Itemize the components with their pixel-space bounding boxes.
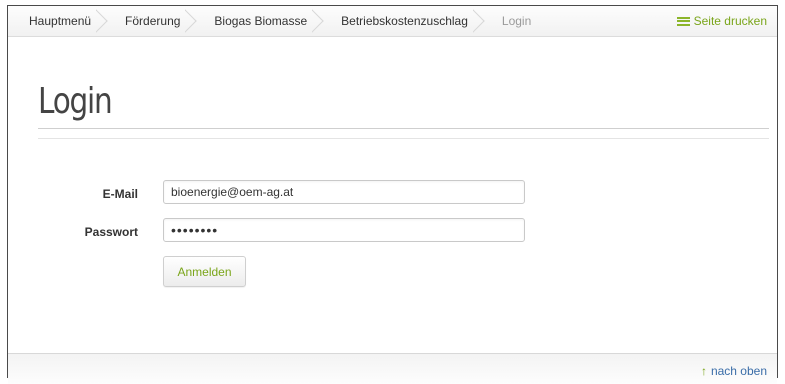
breadcrumb-separator-icon <box>473 9 488 33</box>
print-page-link[interactable]: Seite drucken <box>676 6 767 36</box>
breadcrumb-item-label: Hauptmenü <box>29 14 92 28</box>
list-icon <box>676 16 690 26</box>
email-label: E-Mail <box>102 187 138 201</box>
breadcrumb-item-label: Login <box>501 14 532 28</box>
breadcrumb-item-betriebskostenzuschlag[interactable]: Betriebskostenzuschlag <box>329 6 490 36</box>
breadcrumb-item-login: Login <box>490 6 553 36</box>
breadcrumb-item-foerderung[interactable]: Förderung <box>113 6 202 36</box>
back-to-top-label: nach oben <box>710 364 767 378</box>
breadcrumb: Hauptmenü Förderung Biogas Biomasse Betr… <box>8 6 777 37</box>
breadcrumb-item-label: Förderung <box>125 14 181 28</box>
password-field[interactable] <box>163 218 525 242</box>
breadcrumb-item-label: Biogas Biomasse <box>214 14 308 28</box>
title-divider <box>38 128 769 129</box>
breadcrumb-separator-icon <box>185 9 200 33</box>
email-field[interactable] <box>163 180 525 204</box>
page-title: Login <box>38 81 113 122</box>
browser-frame: Hauptmenü Förderung Biogas Biomasse Betr… <box>7 5 778 384</box>
breadcrumb-item-label: Betriebskostenzuschlag <box>341 14 468 28</box>
breadcrumb-item-biogas-biomasse[interactable]: Biogas Biomasse <box>202 6 329 36</box>
breadcrumb-separator-icon <box>96 9 111 33</box>
title-divider-secondary <box>38 138 769 139</box>
back-to-top-link[interactable]: ↑ nach oben <box>701 364 767 378</box>
print-page-label: Seite drucken <box>693 14 767 28</box>
breadcrumb-separator-icon <box>312 9 327 33</box>
password-label: Passwort <box>84 225 138 239</box>
footer-bar: ↑ nach oben <box>8 353 777 384</box>
breadcrumb-item-hauptmenue[interactable]: Hauptmenü <box>8 6 113 36</box>
breadcrumb-items: Hauptmenü Förderung Biogas Biomasse Betr… <box>8 6 553 36</box>
arrow-up-icon: ↑ <box>700 364 707 378</box>
login-button[interactable]: Anmelden <box>163 256 246 287</box>
